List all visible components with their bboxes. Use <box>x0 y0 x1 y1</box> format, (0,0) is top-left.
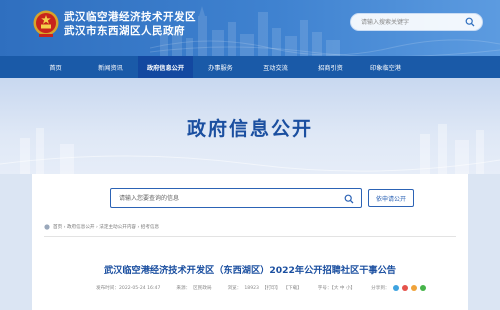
share-weibo-icon[interactable] <box>401 285 408 291</box>
print-link[interactable]: 【打印】 <box>262 285 280 291</box>
site-title-line-2: 武汉市东西湖区人民政府 <box>64 25 185 37</box>
article-meta: 发布时间：2022-05-24 16:47 来源： 区民政局 浏览： 18923… <box>96 285 426 291</box>
site-title: 武汉临空港经济技术开发区 武汉市东西湖区人民政府 <box>64 11 196 39</box>
search-icon[interactable] <box>465 17 475 27</box>
source-label: 来源： <box>176 286 191 291</box>
article-title: 武汉临空港经济技术开发区（东西湖区）2022年公开招聘社区干事公告 <box>103 265 396 276</box>
header-search-input[interactable] <box>361 16 461 29</box>
breadcrumb-text[interactable]: 首页 › 政府信息公开 › 法定主动公开内容 › 招考信息 <box>53 224 159 230</box>
nav-item-services[interactable]: 办事服务 <box>193 56 248 78</box>
main-nav: 首页 新闻资讯 政府信息公开 办事服务 互动交流 招商引资 印象临空港 <box>0 56 500 78</box>
home-icon <box>44 224 50 230</box>
publish-date: 发布时间：2022-05-24 16:47 <box>96 286 161 291</box>
nav-item-news[interactable]: 新闻资讯 <box>83 56 138 78</box>
share-qq-icon[interactable] <box>410 285 417 291</box>
nav-item-gov-info[interactable]: 政府信息公开 <box>138 56 193 78</box>
apply-disclosure-button[interactable]: 依申请公开 <box>368 189 414 207</box>
site-title-line-1: 武汉临空港经济技术开发区 <box>64 11 196 23</box>
info-search-input[interactable] <box>119 192 319 205</box>
header-search <box>350 13 483 31</box>
views-count: 18923 <box>244 285 259 291</box>
nav-item-investment[interactable]: 招商引资 <box>303 56 358 78</box>
search-icon[interactable] <box>344 194 354 204</box>
share-label: 分享到： <box>371 286 390 291</box>
content-card: 依申请公开 首页 › 政府信息公开 › 法定主动公开内容 › 招考信息 武汉临空… <box>32 174 468 310</box>
source-value: 区民政局 <box>193 286 212 291</box>
page-title: 政府信息公开 <box>186 118 313 140</box>
nav-item-interaction[interactable]: 互动交流 <box>248 56 303 78</box>
share-wechat-icon[interactable] <box>419 285 426 291</box>
views-label: 浏览： <box>227 286 242 291</box>
nav-item-impression[interactable]: 印象临空港 <box>358 56 413 78</box>
font-size-control[interactable]: 字号：【大 中 小】 <box>318 285 355 291</box>
info-search-box <box>110 188 362 208</box>
nav-item-home[interactable]: 首页 <box>28 56 83 78</box>
national-emblem-icon <box>33 10 59 37</box>
breadcrumb: 首页 › 政府信息公开 › 法定主动公开内容 › 招考信息 <box>44 224 159 230</box>
divider <box>44 236 456 237</box>
share-qzone-icon[interactable] <box>392 285 399 291</box>
page-banner: 政府信息公开 <box>0 78 500 174</box>
site-header: 武汉临空港经济技术开发区 武汉市东西湖区人民政府 <box>0 0 500 56</box>
download-link[interactable]: 【下载】 <box>283 285 301 291</box>
